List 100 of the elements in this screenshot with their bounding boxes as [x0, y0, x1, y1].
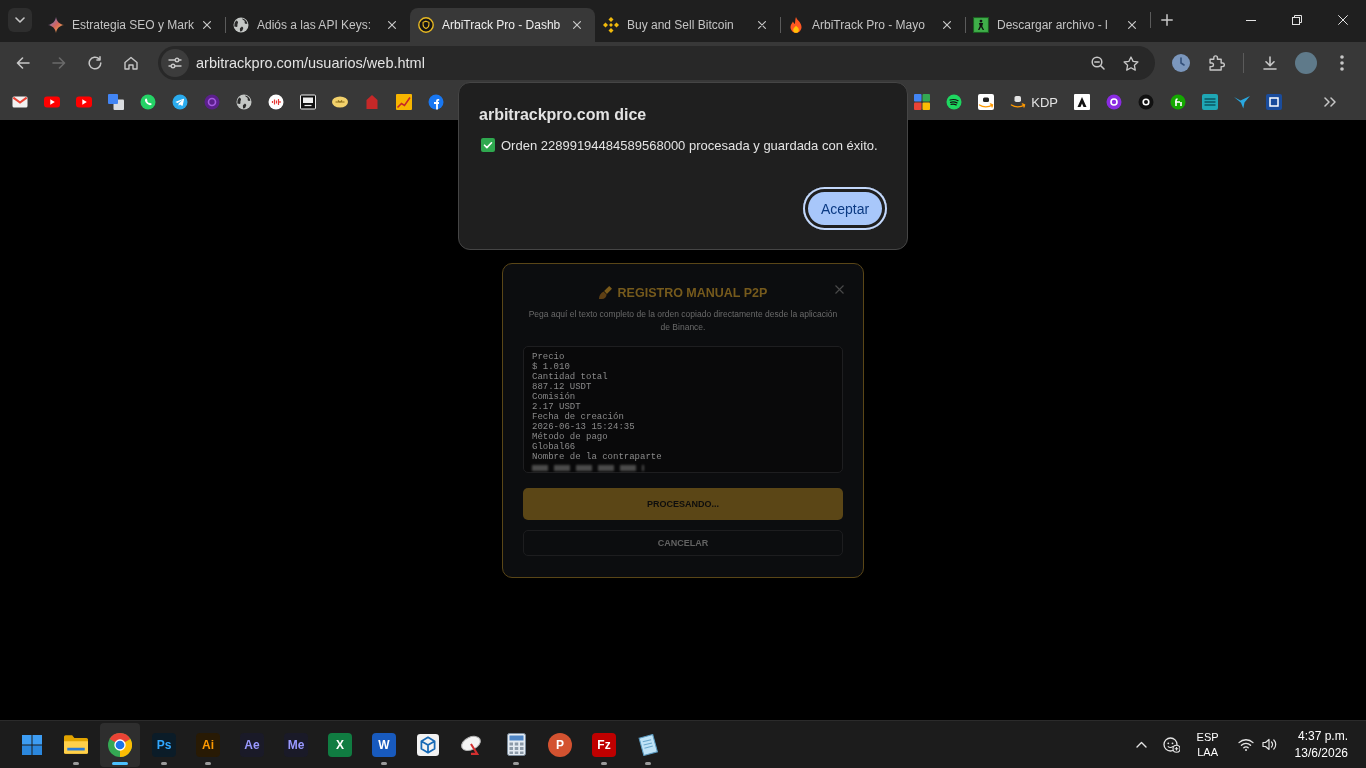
taskbar-app-button[interactable] [100, 722, 140, 767]
sliders-icon [168, 57, 182, 69]
close-icon [388, 21, 396, 29]
tab-search-button[interactable] [8, 8, 32, 32]
dialog-message: Orden 22899194484589568000 procesada y guardada con éxito. [501, 137, 878, 153]
modal-title: REGISTRO MANUAL P2P [617, 285, 768, 300]
menu-icon [1340, 55, 1344, 71]
sound-arcs-icon [946, 94, 963, 110]
diamond-pattern-icon [603, 17, 619, 33]
back-arrow-icon [16, 57, 30, 69]
paper-plane-icon [172, 94, 188, 110]
figure-icon [973, 17, 989, 33]
browser-tab[interactable]: Descargar archivo - l [965, 8, 1150, 42]
globe-icon [236, 94, 252, 110]
phone-bubble-icon [140, 94, 156, 110]
taskbar-app-button[interactable]: Me [276, 722, 316, 767]
taskbar-app-button[interactable]: P [540, 722, 580, 767]
wifi-icon [1237, 738, 1254, 751]
sound-wave-icon [268, 94, 284, 110]
tricolor-ring-icon [108, 732, 132, 757]
play-icon [44, 94, 60, 110]
close-icon [758, 21, 766, 29]
app-logo: Fz [592, 732, 616, 757]
clock-button[interactable]: 4:37 p.m. 13/6/2026 [1288, 724, 1354, 765]
input-language-button[interactable]: ESP LAA [1189, 724, 1226, 765]
app-logo: Ps [152, 732, 176, 757]
puzzle-icon [1209, 55, 1225, 71]
taskbar-app-button[interactable]: W [364, 722, 404, 767]
triangle-icon [1074, 94, 1090, 110]
home-icon [124, 56, 138, 70]
brush-icon [598, 286, 612, 299]
star-icon [1123, 55, 1139, 71]
download-icon [1263, 56, 1277, 70]
taskbar-app-button[interactable]: Fz [584, 722, 624, 767]
taskbar-app-button[interactable]: Ae [232, 722, 272, 767]
reload-icon [88, 56, 102, 70]
play-icon [76, 94, 92, 110]
order-text-field[interactable]: Precio $ 1.010 Cantidad total 887.12 USDT Comisión 2.17 USDT Fecha de creación 2026-06-13 15:24:35 Método de pago Global66 Nombre de la contraparte [523, 345, 843, 473]
app-logo: P [548, 732, 572, 757]
close-icon [203, 21, 211, 29]
dialog-title: arbitrackpro.com dice [479, 105, 648, 125]
striped-square-icon [1202, 94, 1218, 110]
smile-arrow-icon [1010, 94, 1027, 110]
monitor-icon [300, 94, 316, 110]
cube-icon [417, 733, 439, 756]
browser-tab[interactable]: ArbiTrack Pro - Mayo [780, 8, 965, 42]
chevron-down-icon [15, 17, 25, 23]
close-icon [943, 21, 951, 29]
double-chevron-icon [1324, 97, 1336, 107]
chart-line-icon [396, 94, 412, 110]
close-icon [1128, 21, 1136, 29]
shield-icon [418, 17, 434, 33]
bookmark-button[interactable]: KDP [1004, 88, 1064, 116]
restore-icon [1292, 15, 1302, 25]
taskbar-app-button[interactable]: Ai [188, 722, 228, 767]
bird-icon [1234, 94, 1250, 110]
oval-logo-icon [332, 94, 348, 110]
address-bar[interactable]: arbitrackpro.com/usuarios/web.html [158, 46, 1155, 80]
round-logo-icon [1138, 94, 1154, 110]
app-logo: Me [284, 732, 308, 757]
browser-tab[interactable]: Estrategia SEO y Mark [40, 8, 225, 42]
ring-logo-icon [204, 94, 220, 110]
close-icon [835, 284, 844, 294]
close-icon [573, 21, 581, 29]
forward-arrow-icon [52, 57, 66, 69]
dish-icon [460, 733, 484, 756]
envelope-icon [12, 94, 28, 110]
chevron-up-icon [1136, 741, 1148, 748]
app-logo: Ai [196, 732, 220, 757]
speaker-icon [1261, 738, 1277, 751]
app-logo: X [328, 732, 352, 757]
sheet-icon [638, 733, 658, 756]
browser-tab[interactable]: Buy and Sell Bitcoin [595, 8, 780, 42]
minimize-icon [1246, 19, 1256, 21]
grid-icon [914, 94, 931, 110]
ok-button[interactable]: Aceptar [803, 187, 887, 230]
zoom-out-icon [1091, 56, 1105, 70]
square-logo-icon [1266, 94, 1282, 110]
modal-description: Pega aquí el texto completo de la orden copiado directamente desde la aplicación de Binance. [527, 307, 839, 334]
house-shape-icon [364, 94, 380, 110]
app-logo: Ae [240, 732, 264, 757]
sparkle-icon [48, 17, 64, 33]
smiley-plus-icon [1163, 736, 1181, 753]
check-icon [481, 138, 495, 152]
browser-tab[interactable]: Adiós a las API Keys: [225, 8, 410, 42]
clock-icon [1172, 54, 1190, 72]
site-info-button[interactable] [161, 49, 189, 77]
four-squares-icon [22, 734, 42, 755]
taskbar-app-button[interactable]: Ps [144, 722, 184, 767]
round-logo-icon [1106, 94, 1122, 110]
round-logo-icon [428, 94, 444, 110]
close-icon [1338, 15, 1348, 25]
avatar-icon [1295, 52, 1317, 74]
calculator-icon [506, 733, 526, 756]
overlapping-squares-icon [108, 94, 124, 110]
app-logo: W [372, 732, 396, 757]
plus-icon [1161, 14, 1173, 26]
browser-tab[interactable]: ArbiTrack Pro - Dashb [410, 8, 595, 42]
round-logo-icon [1170, 94, 1186, 110]
taskbar-app-button[interactable]: X [320, 722, 360, 767]
